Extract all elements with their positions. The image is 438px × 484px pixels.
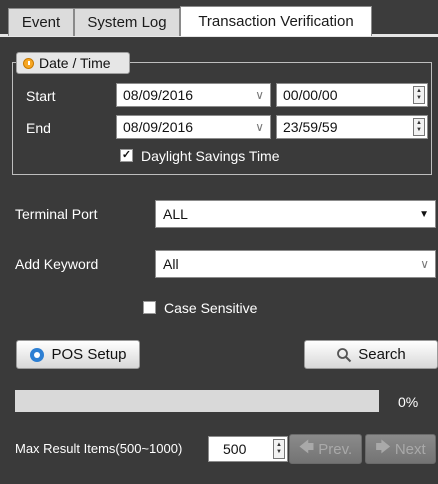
search-label: Search [358, 346, 406, 363]
start-time-value: 00/00/00 [283, 87, 338, 103]
tab-event[interactable]: Event [8, 8, 74, 36]
keyword-value: All [163, 256, 179, 272]
date-time-legend: Date / Time [16, 52, 130, 74]
arrow-right-icon: 🡆 [375, 438, 391, 456]
max-result-label: Max Result Items(500~1000) [15, 441, 183, 456]
end-time-value: 23/59/59 [283, 119, 338, 135]
gear-icon [30, 347, 45, 362]
dst-checkbox[interactable]: ✓ [120, 149, 133, 162]
prev-label: Prev. [318, 440, 353, 458]
prev-button[interactable]: 🡄 Prev. [289, 434, 362, 464]
clock-icon [23, 57, 34, 69]
case-sensitive-checkbox[interactable] [143, 301, 156, 314]
case-sensitive-label: Case Sensitive [164, 300, 258, 316]
end-label: End [26, 120, 51, 136]
chevron-down-icon: ∨ [255, 120, 264, 134]
end-time-spinner[interactable]: 23/59/59 ▲ ▼ [276, 115, 428, 139]
dst-label: Daylight Savings Time [141, 148, 280, 164]
tab-bar: Event System Log Transaction Verificatio… [0, 0, 438, 38]
terminal-port-value: ALL [163, 206, 188, 222]
start-label: Start [26, 88, 56, 104]
pos-setup-label: POS Setup [51, 346, 127, 363]
end-date-value: 08/09/2016 [123, 119, 194, 135]
chevron-down-icon: ∨ [255, 88, 264, 102]
max-result-spinner[interactable]: 500 ▲ ▼ [208, 436, 288, 462]
terminal-port-label: Terminal Port [15, 206, 98, 222]
spinner-arrows-icon[interactable]: ▲ ▼ [413, 118, 425, 136]
search-button[interactable]: Search [304, 340, 438, 369]
max-result-value: 500 [223, 441, 247, 457]
tab-transaction-verification[interactable]: Transaction Verification [180, 6, 372, 36]
keyword-combobox[interactable]: All ∨ [155, 250, 436, 278]
start-date-picker[interactable]: 08/09/2016 ∨ [116, 83, 271, 107]
progress-bar [15, 390, 379, 412]
search-icon [337, 347, 352, 362]
arrow-left-icon: 🡄 [298, 438, 315, 456]
progress-percent: 0% [398, 394, 419, 410]
pos-setup-button[interactable]: POS Setup [16, 340, 140, 369]
add-keyword-label: Add Keyword [15, 256, 99, 272]
next-label: Next [394, 440, 426, 458]
tab-system-log[interactable]: System Log [74, 8, 180, 36]
caret-down-icon: ▼ [419, 208, 429, 220]
chevron-down-icon: ∨ [420, 257, 429, 271]
start-time-spinner[interactable]: 00/00/00 ▲ ▼ [276, 83, 428, 107]
spinner-arrows-icon[interactable]: ▲ ▼ [273, 439, 285, 459]
date-time-legend-label: Date / Time [39, 55, 111, 71]
next-button[interactable]: 🡆 Next [365, 434, 436, 464]
spinner-arrows-icon[interactable]: ▲ ▼ [413, 86, 425, 104]
terminal-port-select[interactable]: ALL ▼ [155, 200, 436, 228]
end-date-picker[interactable]: 08/09/2016 ∨ [116, 115, 271, 139]
start-date-value: 08/09/2016 [123, 87, 194, 103]
